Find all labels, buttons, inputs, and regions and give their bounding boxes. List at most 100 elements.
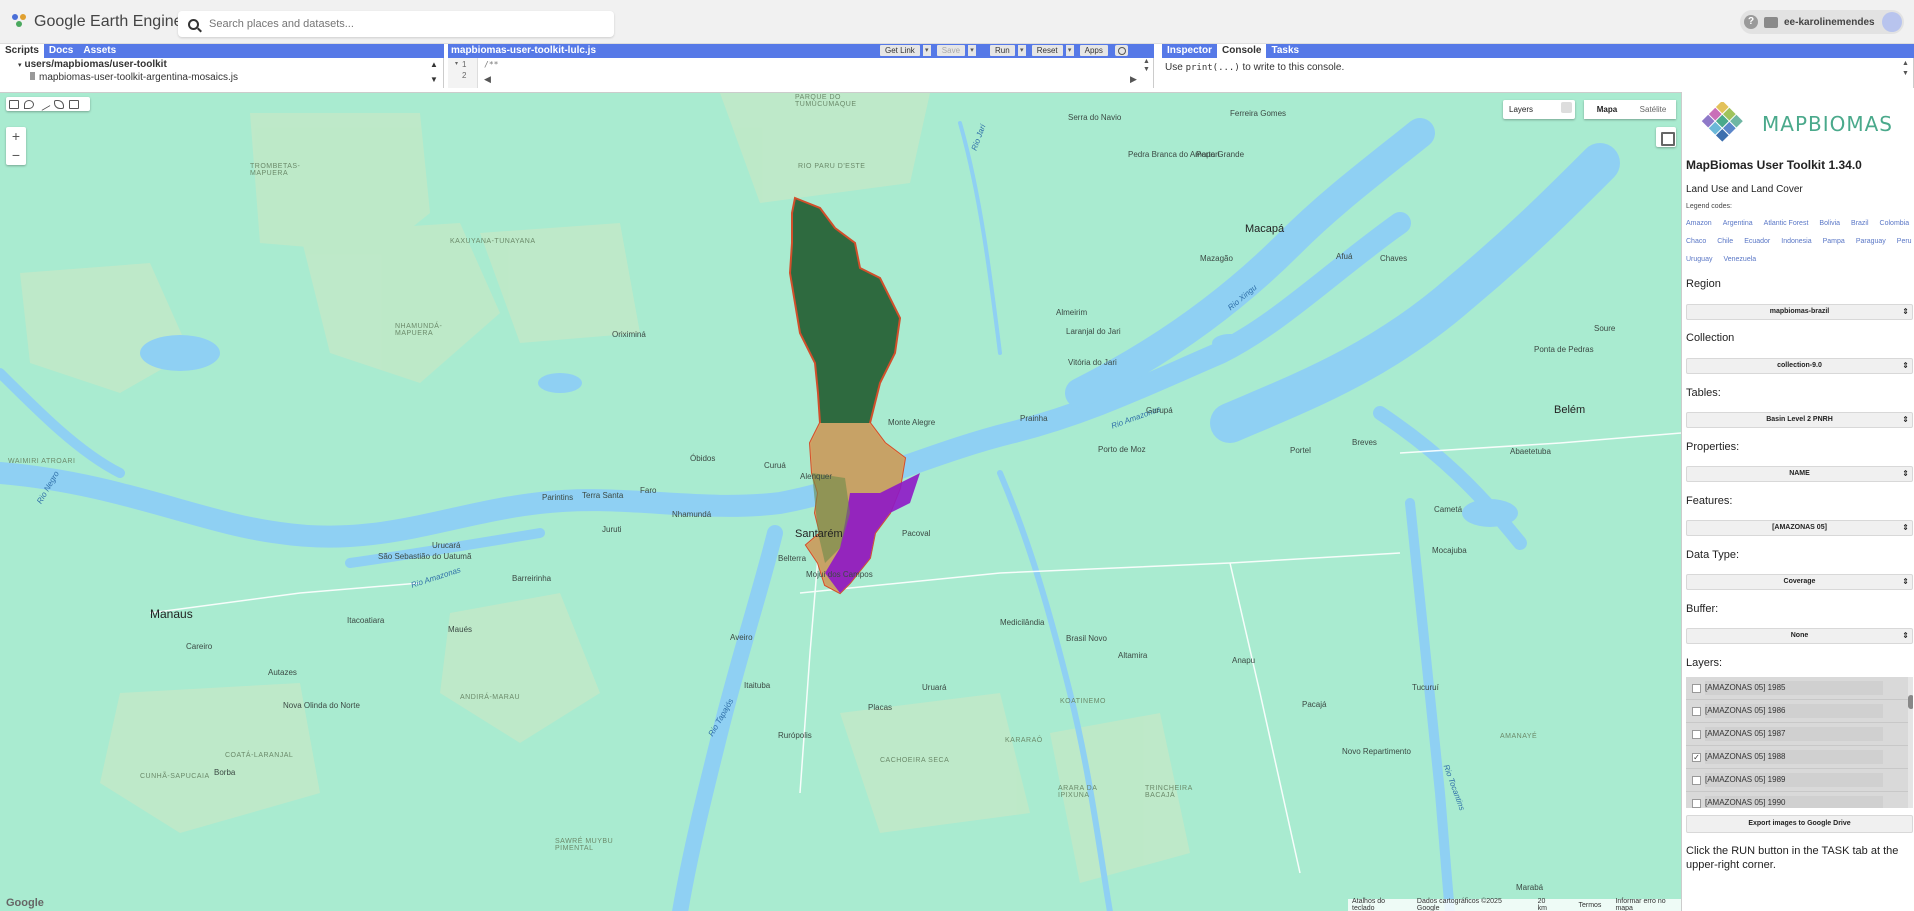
zoom-control: + − (6, 127, 26, 165)
region-select[interactable]: mapbiomas-brazil ⇕ (1686, 304, 1913, 320)
user-name[interactable]: ee-karolinemendes (1784, 17, 1875, 28)
features-select[interactable]: [AMAZONAS 05] ⇕ (1686, 520, 1913, 536)
layer-row[interactable]: [AMAZONAS 05] 1985 (1686, 677, 1913, 700)
scroll-up-icon[interactable]: ▲ (1902, 60, 1909, 67)
get-link-button[interactable]: Get Link (880, 45, 920, 56)
run-dropdown-icon[interactable]: ▾ (1017, 45, 1026, 56)
legend-link[interactable]: Brazil (1851, 220, 1869, 227)
keyboard-shortcuts-link[interactable]: Atalhos do teclado (1352, 898, 1403, 911)
layer-checkbox[interactable] (1692, 729, 1701, 739)
legend-link[interactable]: Amazon (1686, 220, 1712, 227)
reset-button[interactable]: Reset (1031, 45, 1063, 56)
map-type-satellite[interactable]: Satélite (1630, 100, 1676, 119)
legend-link[interactable]: Indonesia (1781, 238, 1811, 245)
fold-icon[interactable]: ▾ (455, 60, 458, 67)
legend-links: Amazon Argentina Atlantic Forest Bolivia… (1686, 220, 1912, 263)
scroll-right-icon[interactable]: ▶ (1130, 74, 1137, 85)
map-label: Juruti (602, 525, 622, 534)
repo-folder[interactable]: ▾ users/mapbiomas/user-toolkit (18, 59, 167, 70)
layer-row[interactable]: [AMAZONAS 05] 1990 (1686, 792, 1913, 808)
script-file[interactable]: mapbiomas-user-toolkit-argentina-mosaics… (30, 72, 238, 83)
layer-checkbox-checked[interactable]: ✓ (1692, 752, 1701, 762)
run-button[interactable]: Run (990, 45, 1015, 56)
legend-link[interactable]: Uruguay (1686, 256, 1712, 263)
layers-button[interactable]: Layers (1503, 100, 1575, 119)
terms-link[interactable]: Termos (1578, 902, 1601, 909)
layer-checkbox[interactable] (1692, 798, 1701, 808)
zoom-out-button[interactable]: − (6, 146, 26, 165)
gee-logo[interactable]: Google Earth Engine (12, 13, 183, 31)
legend-link[interactable]: Peru (1897, 238, 1912, 245)
legend-link[interactable]: Venezuela (1723, 256, 1756, 263)
apps-button[interactable]: Apps (1079, 45, 1108, 56)
layer-row[interactable]: [AMAZONAS 05] 1987 (1686, 723, 1913, 746)
search-input[interactable] (209, 18, 589, 30)
legend-link[interactable]: Chile (1717, 238, 1733, 245)
map-label: Santarém (795, 528, 843, 540)
user-area: ? ee-karolinemendes (1740, 10, 1904, 34)
scroll-down-icon[interactable]: ▼ (1143, 66, 1150, 73)
scroll-up-icon[interactable]: ▲ (1143, 58, 1150, 65)
tab-tasks[interactable]: Tasks (1266, 44, 1304, 58)
point-tool-icon[interactable] (24, 99, 34, 109)
map-label: SAWRÉ MUYBU PIMENTAL (555, 838, 614, 852)
scroll-up-icon[interactable]: ▲ (430, 60, 438, 69)
reset-dropdown-icon[interactable]: ▾ (1065, 45, 1074, 56)
layer-row[interactable]: [AMAZONAS 05] 1989 (1686, 769, 1913, 792)
collection-select[interactable]: collection-9.0 ⇕ (1686, 358, 1913, 374)
map-type-map[interactable]: Mapa (1584, 100, 1630, 119)
layer-checkbox[interactable] (1692, 683, 1701, 693)
tab-docs[interactable]: Docs (44, 44, 78, 58)
polygon-tool-icon[interactable] (54, 99, 64, 109)
datatype-select[interactable]: Coverage ⇕ (1686, 574, 1913, 590)
tab-assets[interactable]: Assets (78, 44, 121, 58)
legend-link[interactable]: Colombia (1880, 220, 1910, 227)
fullscreen-icon[interactable] (1656, 127, 1676, 147)
map-label: Belém (1554, 404, 1586, 416)
map-label: Nhamundá (672, 510, 712, 519)
legend-link[interactable]: Argentina (1723, 220, 1753, 227)
legend-link[interactable]: Ecuador (1744, 238, 1770, 245)
scale-bar[interactable]: 20 km (1528, 898, 1565, 911)
search-box[interactable] (178, 11, 614, 37)
map-type-toggle: Mapa Satélite (1584, 100, 1676, 119)
scroll-left-icon[interactable]: ◀ (484, 74, 491, 85)
buffer-select[interactable]: None ⇕ (1686, 628, 1913, 644)
report-error-link[interactable]: Informar erro no mapa (1615, 898, 1677, 911)
tab-console[interactable]: Console (1217, 44, 1267, 58)
avatar[interactable] (1882, 12, 1902, 32)
tables-select[interactable]: Basin Level 2 PNRH ⇕ (1686, 412, 1913, 428)
code-editor[interactable]: 1 2 ▾ /** ◀ ▶ ▲ ▼ (448, 58, 1154, 88)
layer-checkbox[interactable] (1692, 775, 1701, 785)
line-tool-icon[interactable] (37, 97, 51, 111)
rectangle-tool-icon[interactable] (69, 99, 79, 109)
map-label: Laranjal do Jari (1066, 327, 1121, 336)
help-icon[interactable]: ? (1744, 15, 1758, 29)
legend-link[interactable]: Paraguay (1856, 238, 1886, 245)
map-label: CUNHÃ-SAPUCAIA (140, 773, 210, 780)
line-number: 1 (462, 60, 467, 69)
get-link-dropdown-icon[interactable]: ▾ (922, 45, 931, 56)
scroll-down-icon[interactable]: ▼ (1902, 70, 1909, 77)
layer-row[interactable]: ✓ [AMAZONAS 05] 1988 (1686, 746, 1913, 769)
map-canvas[interactable]: Manaus Santarém Macapá Belém TROMBETAS- … (0, 92, 1681, 911)
tab-scripts[interactable]: Scripts (0, 44, 44, 58)
save-button[interactable]: Save (936, 45, 966, 56)
legend-link[interactable]: Atlantic Forest (1764, 220, 1809, 227)
layers-toggle-icon[interactable] (1561, 102, 1572, 113)
zoom-in-button[interactable]: + (6, 127, 26, 146)
export-button[interactable]: Export images to Google Drive (1686, 815, 1913, 833)
legend-link[interactable]: Pampa (1823, 238, 1845, 245)
legend-link[interactable]: Bolivia (1819, 220, 1840, 227)
feedback-icon[interactable] (1764, 16, 1778, 28)
scroll-down-icon[interactable]: ▼ (430, 75, 438, 84)
legend-link[interactable]: Chaco (1686, 238, 1706, 245)
settings-gear-icon[interactable] (1114, 45, 1128, 56)
properties-select[interactable]: NAME ⇕ (1686, 466, 1913, 482)
layer-row[interactable]: [AMAZONAS 05] 1986 (1686, 700, 1913, 723)
tab-inspector[interactable]: Inspector (1162, 44, 1217, 58)
layer-checkbox[interactable] (1692, 706, 1701, 716)
save-dropdown-icon[interactable]: ▾ (968, 45, 977, 56)
hand-tool-icon[interactable] (9, 99, 19, 109)
layer-list-scrollbar[interactable] (1908, 677, 1913, 808)
